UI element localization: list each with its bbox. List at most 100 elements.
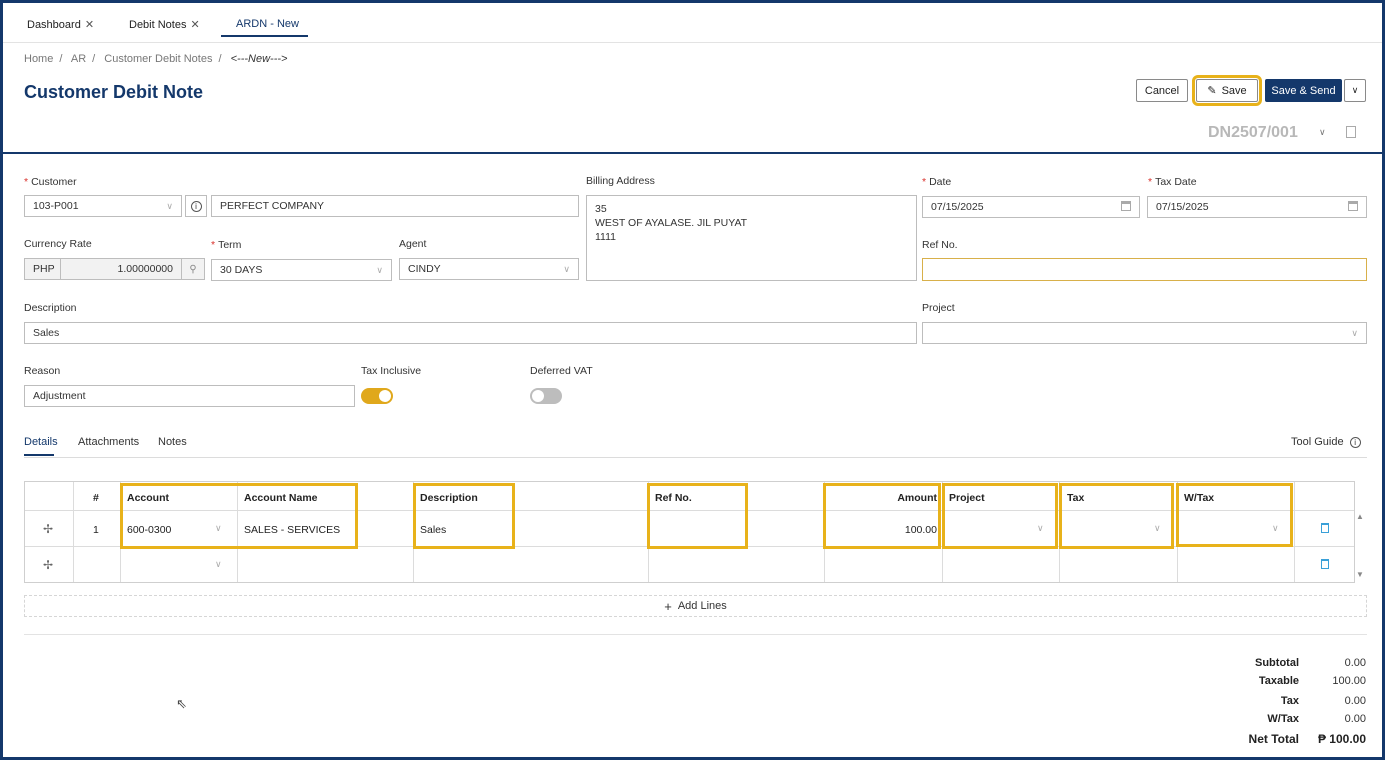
breadcrumb-customer-debit-notes[interactable]: Customer Debit Notes — [104, 53, 212, 65]
highlight-project-column — [942, 483, 1058, 549]
tab-label: ARDN - New — [236, 18, 299, 30]
document-number: DN2507/001 — [1208, 124, 1298, 141]
taxable-label: Taxable — [1258, 675, 1299, 687]
description-label: Description — [24, 302, 77, 314]
agent-label: Agent — [399, 238, 427, 250]
highlight-description-column — [413, 483, 515, 549]
ref-no-input[interactable] — [922, 258, 1367, 281]
billing-line: 1111 — [595, 231, 617, 243]
customer-info-button[interactable]: i — [185, 195, 207, 217]
tax-date-field[interactable]: 07/15/2025 — [1147, 196, 1367, 218]
tool-guide-label: Tool Guide — [1291, 436, 1344, 448]
breadcrumb-home[interactable]: Home — [24, 53, 53, 65]
billing-address-textarea[interactable]: 35 WEST OF AYALASE. JIL PUYAT 1111 — [586, 195, 917, 281]
info-icon: i — [190, 200, 202, 212]
breadcrumb-ar[interactable]: AR — [71, 53, 86, 65]
highlight-account-columns — [120, 483, 358, 549]
chevron-down-icon: ∨ — [1351, 328, 1358, 338]
breadcrumb: Home / AR / Customer Debit Notes / <---New-… — [24, 53, 288, 65]
term-select[interactable]: 30 DAYS ∨ — [211, 259, 392, 281]
totals-divider — [24, 634, 1367, 635]
subtotal-label: Subtotal — [1255, 657, 1299, 669]
doc-number-dropdown-icon[interactable]: ∨ — [1319, 127, 1326, 138]
tab-details[interactable]: Details — [24, 436, 58, 448]
tab-notes[interactable]: Notes — [158, 436, 187, 448]
deferred-vat-label: Deferred VAT — [530, 365, 593, 377]
drag-handle-icon[interactable]: ✢ — [43, 558, 53, 572]
reason-label: Reason — [24, 365, 61, 377]
calendar-icon[interactable] — [1348, 201, 1358, 211]
breadcrumb-current: <---New---> — [230, 53, 288, 65]
taxable-value: 100.00 — [1332, 675, 1366, 687]
active-tab-indicator — [221, 35, 308, 37]
window-frame — [0, 0, 1385, 760]
chevron-down-icon: ∨ — [376, 265, 383, 275]
drag-handle-icon[interactable]: ✢ — [43, 522, 53, 536]
close-icon[interactable]: ✕ — [190, 19, 199, 31]
project-select[interactable]: ∨ — [922, 322, 1367, 344]
tool-guide-link[interactable]: Tool Guide i — [1291, 436, 1361, 448]
cancel-button[interactable]: Cancel — [1136, 79, 1188, 102]
highlight-wtax-column — [1176, 483, 1293, 547]
header-divider — [3, 152, 1382, 154]
details-tab-indicator — [24, 454, 54, 456]
net-total-value: ₱ 100.00 — [1317, 732, 1366, 746]
tab-debit-notes[interactable]: Debit Notes ✕ — [129, 18, 200, 31]
subtotal-value: 0.00 — [1344, 657, 1366, 669]
mouse-cursor-icon: ⇖ — [176, 696, 187, 711]
pencil-icon: ✎ — [1207, 85, 1217, 97]
page-title: Customer Debit Note — [24, 82, 204, 102]
chevron-down-icon[interactable]: ∨ — [215, 559, 222, 570]
tab-bar: Dashboard ✕ Debit Notes ✕ ARDN - New — [3, 3, 1382, 43]
save-label: Save — [1221, 84, 1247, 97]
customer-code-select[interactable]: 103-P001 ∨ — [24, 195, 182, 217]
tab-label: Debit Notes — [129, 19, 187, 31]
add-lines-label: Add Lines — [677, 600, 727, 612]
wtax-value: 0.00 — [1344, 713, 1366, 725]
search-icon: ⚲ — [189, 263, 197, 275]
reason-input[interactable]: Adjustment — [24, 385, 355, 407]
scroll-down-arrow[interactable]: ▼ — [1356, 570, 1364, 579]
tax-inclusive-toggle[interactable] — [361, 388, 393, 404]
save-send-button[interactable]: Save & Send — [1265, 79, 1342, 102]
customer-name-field[interactable]: PERFECT COMPANY — [211, 195, 579, 217]
highlight-tax-column — [1059, 483, 1174, 549]
currency-rate-field: 1.00000000 — [60, 258, 182, 280]
currency-code-field: PHP — [24, 258, 61, 280]
add-lines-button[interactable]: + Add Lines — [24, 595, 1367, 617]
billing-line: WEST OF AYALASE. JIL PUYAT — [595, 217, 748, 229]
currency-lookup-button[interactable]: ⚲ — [181, 258, 205, 280]
document-preview-icon[interactable] — [1346, 126, 1356, 138]
chevron-down-icon: ∨ — [1351, 85, 1359, 95]
chevron-down-icon: ∨ — [563, 264, 570, 274]
net-total-label: Net Total — [1248, 732, 1299, 746]
ref-no-label: Ref No. — [922, 239, 958, 251]
billing-address-label: Billing Address — [586, 175, 655, 187]
date-field[interactable]: 07/15/2025 — [922, 196, 1140, 218]
info-icon: i — [1349, 437, 1361, 448]
description-input[interactable]: Sales — [24, 322, 917, 344]
tab-attachments[interactable]: Attachments — [78, 436, 139, 448]
close-icon[interactable]: ✕ — [85, 19, 94, 31]
tax-date-label: * Tax Date — [1148, 176, 1197, 188]
delete-icon[interactable] — [1321, 523, 1329, 533]
subtab-divider — [24, 457, 1367, 458]
calendar-icon[interactable] — [1121, 201, 1131, 211]
delete-icon[interactable] — [1321, 559, 1329, 569]
save-button[interactable]: ✎ Save — [1192, 75, 1262, 106]
tab-label: Dashboard — [27, 19, 81, 31]
agent-select[interactable]: CINDY ∨ — [399, 258, 579, 280]
row-num: 1 — [93, 524, 99, 536]
tab-ardn-new[interactable]: ARDN - New — [236, 18, 299, 30]
wtax-label: W/Tax — [1267, 713, 1299, 725]
deferred-vat-toggle[interactable] — [530, 388, 562, 404]
tab-dashboard[interactable]: Dashboard ✕ — [27, 18, 94, 31]
more-actions-dropdown[interactable]: ∨ — [1344, 79, 1366, 102]
billing-line: 35 — [595, 203, 607, 215]
tax-inclusive-label: Tax Inclusive — [361, 365, 422, 377]
scroll-up-arrow[interactable]: ▲ — [1356, 512, 1364, 521]
project-label: Project — [922, 302, 955, 314]
chevron-down-icon: ∨ — [166, 201, 173, 211]
tax-value: 0.00 — [1344, 695, 1366, 707]
term-label: * Term — [211, 239, 242, 251]
